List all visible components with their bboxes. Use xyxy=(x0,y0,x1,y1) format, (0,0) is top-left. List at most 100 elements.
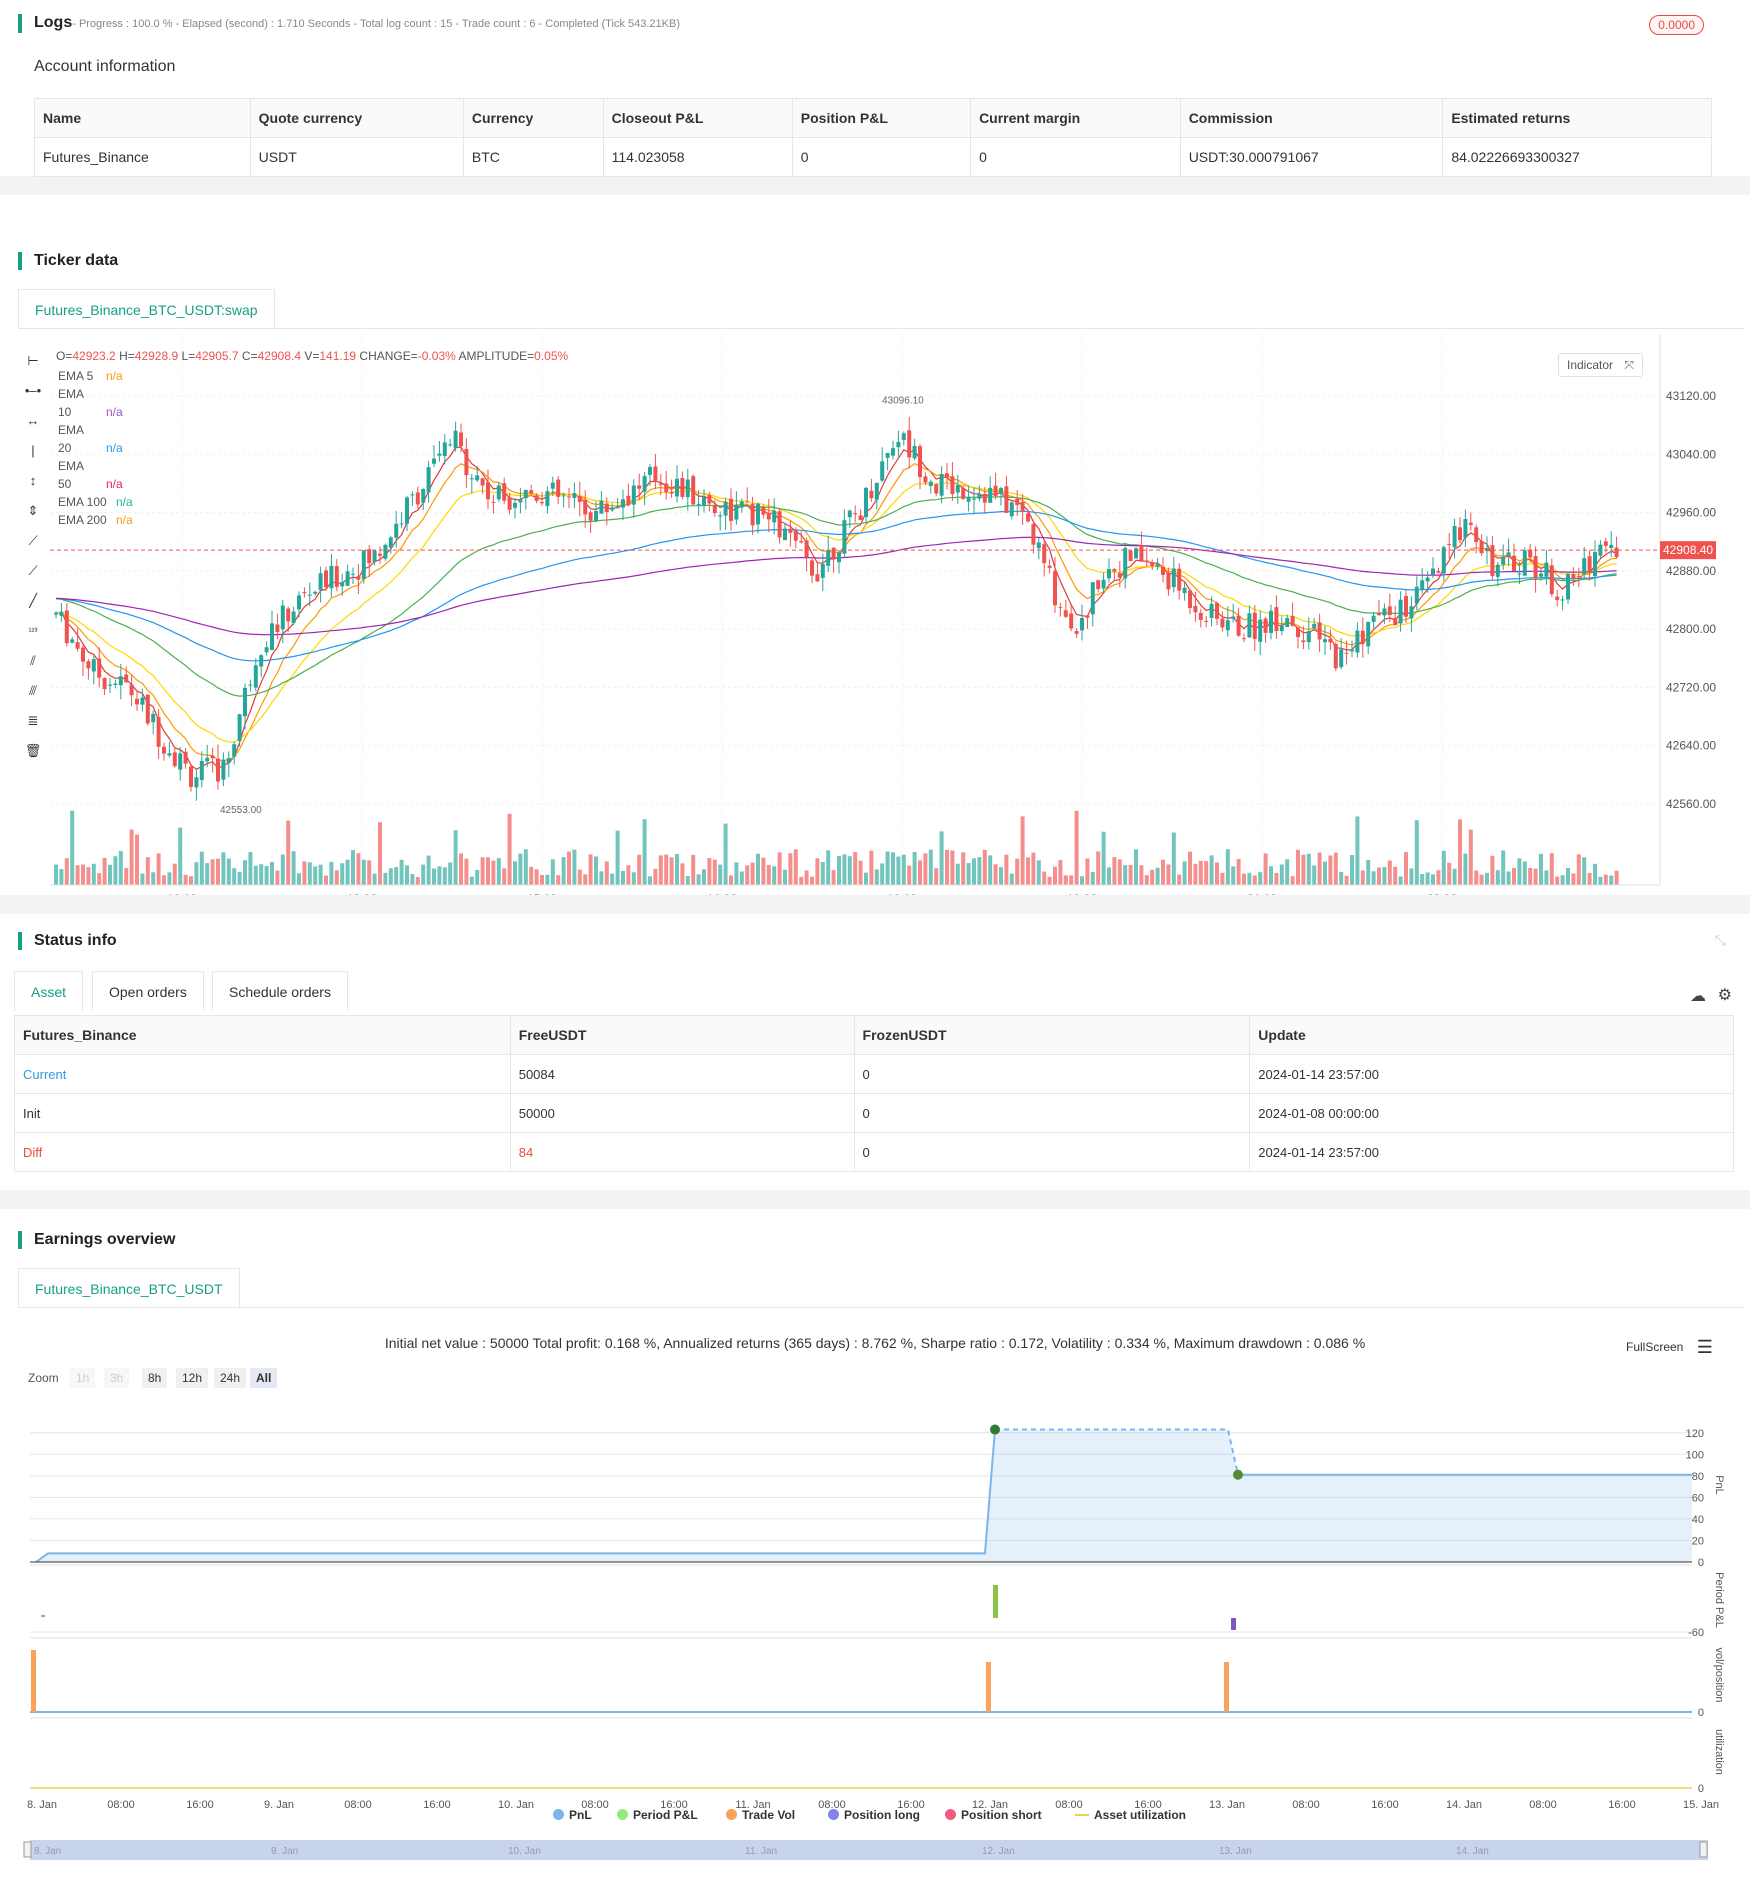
candle-body xyxy=(1522,550,1527,576)
tab-asset[interactable]: Asset xyxy=(14,971,84,1011)
ray-line-icon[interactable]: ⟋ xyxy=(24,562,42,580)
vertical-segment-icon[interactable]: ↕ xyxy=(24,472,42,490)
candle-body xyxy=(1479,541,1484,554)
volume-bar xyxy=(459,853,463,885)
candle-body xyxy=(1339,649,1344,668)
expand-icon[interactable]: ⤧ xyxy=(1624,358,1634,372)
indicator-button[interactable]: Indicator ⤧ xyxy=(1558,353,1643,377)
legend-item[interactable]: Period P&L xyxy=(617,1808,698,1822)
candle-body xyxy=(1204,620,1209,622)
zoom-button-1h[interactable]: 1h xyxy=(70,1368,96,1388)
volume-bar xyxy=(648,876,652,885)
asset-header-cell: Futures_Binance xyxy=(14,1015,511,1055)
channel-icon[interactable]: ⫻ xyxy=(24,682,42,700)
volume-bar xyxy=(291,851,296,885)
pnl-line xyxy=(35,1429,996,1563)
tab-open-orders[interactable]: Open orders xyxy=(92,971,204,1011)
price-tick: 42800.00 xyxy=(1666,622,1716,636)
ticker-title: Ticker data xyxy=(18,252,118,270)
zoom-button-3h[interactable]: 3h xyxy=(104,1368,130,1388)
candle-body xyxy=(221,759,226,780)
candle-body xyxy=(1236,615,1241,636)
volume-bar xyxy=(102,857,107,885)
asset-cell: 2024-01-08 00:00:00 xyxy=(1249,1093,1734,1133)
tab-ticker-symbol[interactable]: Futures_Binance_BTC_USDT:swap xyxy=(18,289,275,329)
candle-body xyxy=(583,499,588,515)
volume-bar xyxy=(912,851,917,885)
horizontal-line-icon[interactable]: ⊢ xyxy=(24,352,42,370)
candle-body xyxy=(102,678,107,690)
menu-icon[interactable]: ☰ xyxy=(1697,1337,1713,1357)
fullscreen-button[interactable]: FullScreen ☰ xyxy=(1626,1337,1713,1358)
vertical-line-icon[interactable]: | xyxy=(24,442,42,460)
segment-icon[interactable]: ╱ xyxy=(24,592,42,610)
candle-body xyxy=(534,495,539,501)
vertical-ray-icon[interactable]: ⇕ xyxy=(24,502,42,520)
candle-body xyxy=(621,499,625,508)
table-row: Current 50084 0 2024-01-14 23:57:00 xyxy=(14,1054,1734,1094)
candlestick-chart[interactable]: 43120.00 43040.00 42960.00 42880.00 42800.00… xyxy=(0,335,1750,895)
navigator-handle-right[interactable] xyxy=(1699,1841,1708,1858)
volume-bar xyxy=(156,853,161,885)
volume-bar xyxy=(1479,874,1484,885)
candle-body xyxy=(145,694,150,724)
volume-bar xyxy=(1344,875,1349,885)
volume-bar xyxy=(1058,860,1063,885)
candle-body xyxy=(950,476,955,495)
volume-bar xyxy=(1112,857,1117,885)
candle-body xyxy=(642,476,647,492)
volume-bar xyxy=(453,830,458,885)
navigator-handle-left[interactable] xyxy=(23,1841,32,1858)
volume-bar xyxy=(896,856,901,885)
legend-item[interactable]: Asset utilization xyxy=(1075,1808,1186,1822)
candle-body xyxy=(253,665,258,688)
candle-body xyxy=(885,453,890,458)
zoom-button-24h[interactable]: 24h xyxy=(214,1368,247,1388)
candle-body xyxy=(1377,613,1381,616)
collapse-icon[interactable]: ⤡ xyxy=(1715,932,1726,949)
candle-body xyxy=(1036,542,1041,549)
volume-bar xyxy=(1090,871,1095,885)
trend-line-icon[interactable]: ⟋ xyxy=(24,532,42,550)
volume-bar xyxy=(534,869,539,885)
ema-line xyxy=(55,446,1617,771)
volume-bar xyxy=(1166,864,1171,885)
volume-bar xyxy=(172,863,177,885)
volume-bar xyxy=(1279,864,1284,885)
volume-bar xyxy=(1393,866,1398,885)
settings-gear-icon[interactable]: ⚙ xyxy=(1718,985,1732,1005)
candle-body xyxy=(351,573,355,575)
volume-bar xyxy=(1517,858,1522,885)
volume-bar xyxy=(885,851,890,885)
tab-schedule-orders[interactable]: Schedule orders xyxy=(212,971,348,1011)
candle-body xyxy=(388,537,393,548)
zoom-button-All[interactable]: All xyxy=(250,1368,278,1388)
candle-body xyxy=(1296,627,1300,638)
legend-item[interactable]: PnL xyxy=(553,1808,592,1822)
trash-icon[interactable]: 🗑 xyxy=(24,742,42,760)
volume-bar xyxy=(1463,853,1468,885)
volume-bar xyxy=(572,849,577,885)
cloud-download-icon[interactable]: ☁ xyxy=(1690,986,1706,1006)
tab-earnings-symbol[interactable]: Futures_Binance_BTC_USDT xyxy=(18,1268,240,1308)
zoom-button-12h[interactable]: 12h xyxy=(176,1368,209,1388)
volume-bar xyxy=(939,831,944,885)
legend-item[interactable]: Position short xyxy=(945,1808,1042,1822)
fibonacci-icon[interactable]: ≣ xyxy=(24,712,42,730)
candle-body xyxy=(1182,587,1187,594)
horizontal-segment-icon[interactable]: ↔ xyxy=(24,412,42,430)
price-line-icon[interactable]: ¹²³ xyxy=(24,622,42,640)
candle-body xyxy=(1139,545,1144,562)
zoom-button-8h[interactable]: 8h xyxy=(142,1368,168,1388)
volume-bar xyxy=(329,861,334,885)
legend-item[interactable]: Trade Vol xyxy=(726,1808,795,1822)
candle-body xyxy=(723,501,728,516)
asset-cell: 0 xyxy=(853,1093,1251,1133)
earnings-chart[interactable]: 120 100 80 60 40 20 0 -60 0 0 PnL Period P&L vol/pos… xyxy=(0,1400,1750,1870)
legend-item[interactable]: Position long xyxy=(828,1808,920,1822)
volume-bar xyxy=(599,871,604,885)
volume-bar xyxy=(1177,874,1182,885)
horizontal-ray-icon[interactable]: •–• xyxy=(24,382,42,400)
parallel-line-icon[interactable]: ⫽ xyxy=(24,652,42,670)
volume-bar xyxy=(1063,875,1068,885)
